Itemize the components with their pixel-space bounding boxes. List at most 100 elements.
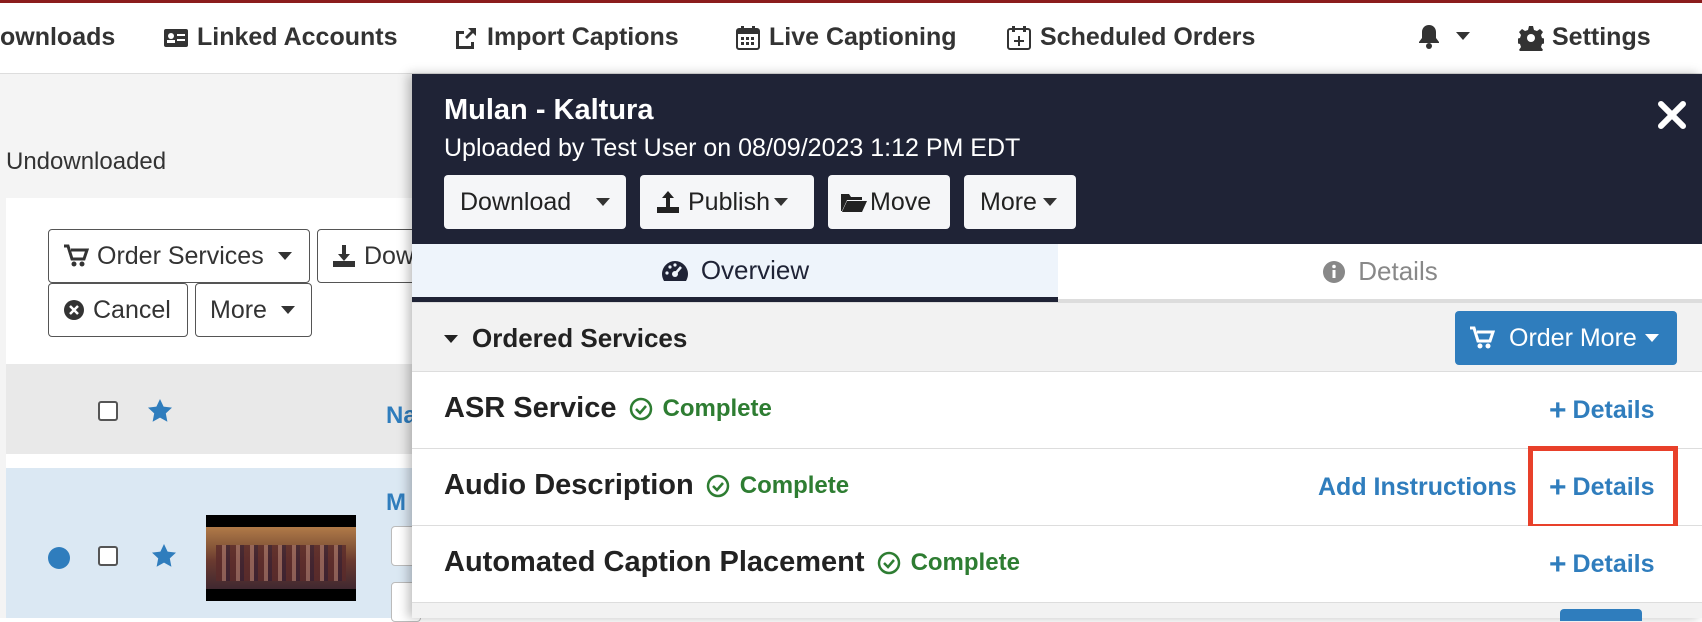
tachometer-icon (661, 260, 688, 281)
video-thumbnail[interactable] (206, 515, 356, 601)
chevron-down-icon (277, 252, 292, 260)
details-link[interactable]: + Details (1549, 472, 1655, 502)
unread-dot-icon (48, 547, 70, 569)
order-services-label: Order Services (97, 241, 264, 270)
calendar-plus-icon (1007, 25, 1031, 50)
order-more-label: Order More (1509, 323, 1637, 352)
tab-details-label: Details (1358, 256, 1438, 286)
info-circle-icon (1323, 260, 1346, 283)
nav-linked-accounts-label: Linked Accounts (197, 23, 398, 51)
tab-details[interactable]: Details (1058, 244, 1702, 302)
details-link[interactable]: + Details (1549, 547, 1655, 581)
select-all-checkbox[interactable] (98, 401, 118, 421)
gear-icon (1518, 25, 1544, 51)
panel-subtitle: Uploaded by Test User on 08/09/2023 1:12… (444, 134, 1021, 162)
download-label-partial: Dow (364, 241, 415, 270)
media-list-page: Undownloaded Order Services Dow Cancel M… (0, 74, 437, 622)
caret-down-icon (444, 334, 458, 343)
ordered-services-header: Ordered Services Order More (412, 302, 1702, 372)
chevron-down-icon (280, 306, 295, 314)
status-complete: Complete (706, 472, 849, 500)
more-dropdown[interactable]: More (964, 175, 1076, 229)
panel-tabs: Overview Details (412, 244, 1702, 302)
share-square-icon (456, 27, 476, 49)
nav-scheduled-orders[interactable]: Scheduled Orders (1006, 23, 1255, 52)
move-button[interactable]: Move (828, 175, 950, 229)
status-label: Complete (662, 394, 772, 422)
status-complete: Complete (629, 395, 772, 423)
chevron-down-icon (1456, 32, 1470, 40)
service-name: ASR Service (444, 392, 617, 424)
status-label: Complete (739, 471, 850, 499)
panel-title: Mulan - Kaltura (444, 94, 654, 126)
calendar-icon (736, 25, 760, 50)
publish-dropdown[interactable]: Publish (640, 175, 814, 229)
chevron-down-icon (1042, 198, 1057, 206)
filter-bar (0, 74, 412, 198)
star-icon[interactable] (151, 543, 177, 569)
id-card-icon (164, 28, 188, 47)
tab-overview[interactable]: Overview (412, 244, 1058, 302)
nav-settings[interactable]: Settings (1518, 23, 1651, 52)
order-services-button[interactable]: Order Services (48, 229, 310, 283)
nav-linked-accounts[interactable]: Linked Accounts (163, 23, 398, 52)
nav-scheduled-orders-label: Scheduled Orders (1040, 23, 1256, 51)
folder-open-icon (841, 194, 867, 212)
nav-import-captions-label: Import Captions (487, 23, 679, 51)
plus-icon: + (1549, 547, 1567, 581)
status-complete: Complete (877, 549, 1020, 577)
cancel-button[interactable]: Cancel (48, 283, 188, 337)
move-button-label: Move (870, 187, 932, 216)
chevron-down-icon (1644, 334, 1659, 342)
times-circle-icon (64, 300, 84, 320)
row-checkbox[interactable] (98, 546, 118, 566)
tab-overview-label: Overview (700, 255, 810, 285)
more-dropdown-label: More (980, 187, 1037, 216)
download-icon (333, 245, 355, 267)
nav-settings-label: Settings (1552, 23, 1651, 51)
media-details-panel: Mulan - Kaltura Uploaded by Test User on… (412, 74, 1702, 621)
upload-icon (657, 191, 679, 213)
top-navigation-bar: ownloads Linked Accounts Import Captions… (0, 0, 1702, 74)
more-button[interactable]: More (195, 283, 312, 337)
check-circle-icon (877, 551, 900, 574)
download-dropdown-label: Download (460, 187, 572, 216)
details-link-label: Details (1572, 473, 1655, 501)
star-icon[interactable] (147, 398, 173, 424)
next-section-edge (412, 603, 1702, 621)
nav-import-captions[interactable]: Import Captions (453, 23, 679, 52)
service-row-audio-description: Audio Description Complete Add Instructi… (412, 446, 1702, 529)
ordered-services-title: Ordered Services (472, 323, 688, 353)
row-title-partial[interactable]: M (386, 489, 406, 517)
status-label: Complete (910, 548, 1020, 576)
details-link-label: Details (1572, 550, 1655, 578)
nav-live-captioning-label: Live Captioning (769, 23, 957, 51)
publish-dropdown-label: Publish (688, 187, 770, 216)
close-icon[interactable] (1657, 100, 1687, 130)
details-link[interactable]: + Details (1549, 393, 1655, 427)
partial-button[interactable] (1560, 609, 1642, 621)
cancel-label: Cancel (93, 295, 171, 324)
add-instructions-link[interactable]: Add Instructions (1318, 473, 1517, 502)
chevron-down-icon (774, 198, 788, 206)
download-dropdown[interactable]: Download (444, 175, 626, 229)
ordered-services-toggle[interactable]: Ordered Services (444, 323, 687, 354)
table-header (6, 364, 412, 454)
more-label: More (210, 295, 267, 324)
service-name: Automated Caption Placement (444, 546, 865, 578)
check-circle-icon (706, 474, 729, 497)
service-row-automated-caption-placement: Automated Caption Placement Complete + D… (412, 526, 1702, 603)
shopping-cart-icon (1470, 326, 1495, 349)
nav-live-captioning[interactable]: Live Captioning (735, 23, 957, 52)
notifications-dropdown[interactable] (1416, 23, 1470, 49)
order-more-button[interactable]: Order More (1455, 311, 1677, 365)
nav-downloads-label: ownloads (0, 23, 116, 51)
details-link-label: Details (1572, 396, 1655, 424)
plus-icon: + (1549, 393, 1567, 427)
nav-downloads[interactable]: ownloads (0, 23, 115, 52)
check-circle-icon (629, 397, 652, 420)
shopping-cart-icon (64, 244, 89, 267)
panel-header: Mulan - Kaltura Uploaded by Test User on… (412, 74, 1702, 244)
filter-undownloaded[interactable]: Undownloaded (6, 148, 166, 176)
bell-icon (1419, 25, 1439, 49)
